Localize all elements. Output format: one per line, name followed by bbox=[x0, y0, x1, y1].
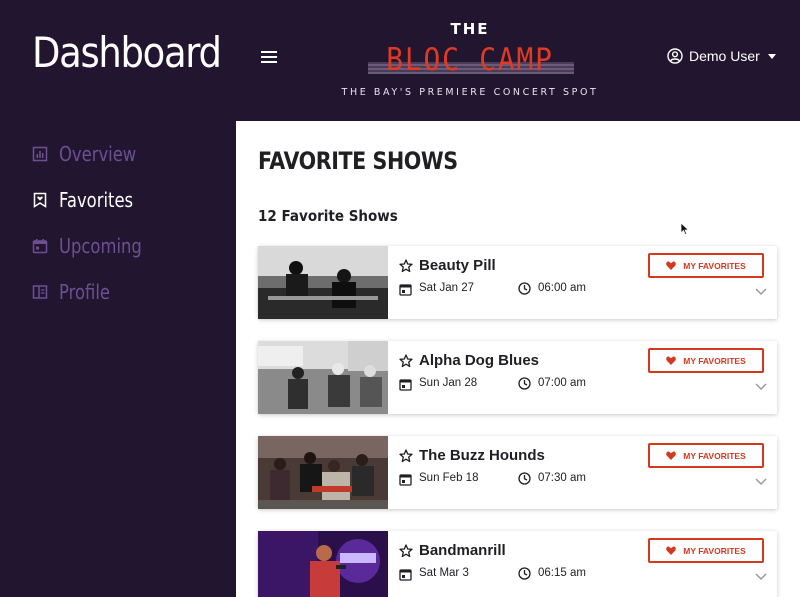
show-date: Sat Jan 27 bbox=[419, 282, 474, 294]
heart-icon bbox=[666, 356, 677, 365]
favorites-count: 12 Favorite Shows bbox=[258, 207, 398, 225]
hamburger-menu-icon[interactable] bbox=[261, 51, 277, 65]
logo-name-text: BLOC CAMP bbox=[386, 42, 554, 78]
sidebar-item-label: Profile bbox=[59, 280, 110, 304]
user-circle-icon bbox=[667, 48, 683, 64]
calendar-icon bbox=[399, 284, 412, 296]
sidebar-item-label: Favorites bbox=[59, 188, 134, 212]
sidebar-item-label: Overview bbox=[59, 142, 137, 166]
clock-icon bbox=[518, 472, 531, 485]
star-icon[interactable] bbox=[399, 354, 413, 368]
star-icon[interactable] bbox=[399, 449, 413, 463]
star-icon[interactable] bbox=[399, 544, 413, 558]
logo-the-text: THE bbox=[450, 20, 490, 38]
show-card[interactable]: Alpha Dog Blues Sun Jan 28 07:00 am MY F… bbox=[258, 341, 777, 414]
show-photo bbox=[258, 341, 388, 414]
clock-icon bbox=[518, 282, 531, 295]
my-favorites-label: MY FAVORITES bbox=[683, 545, 746, 556]
my-favorites-button[interactable]: MY FAVORITES bbox=[648, 348, 764, 373]
profile-card-icon bbox=[32, 285, 48, 299]
bloc-camp-logo[interactable]: THE BLOC CAMP THE BAY'S PREMIERE CONCERT… bbox=[340, 18, 600, 102]
heart-icon bbox=[666, 261, 677, 270]
sidebar-item-upcoming[interactable]: Upcoming bbox=[32, 234, 160, 258]
clock-icon bbox=[518, 567, 531, 580]
clock-icon bbox=[518, 377, 531, 390]
show-name: The Buzz Hounds bbox=[419, 447, 545, 464]
my-favorites-label: MY FAVORITES bbox=[683, 260, 746, 271]
user-menu[interactable]: Demo User bbox=[667, 48, 776, 64]
user-name: Demo User bbox=[689, 48, 760, 64]
show-card[interactable]: Beauty Pill Sat Jan 27 06:00 am MY FAVOR… bbox=[258, 246, 777, 319]
bookmark-heart-icon bbox=[33, 192, 47, 208]
show-card[interactable]: The Buzz Hounds Sun Feb 18 07:30 am MY F… bbox=[258, 436, 777, 509]
chevron-down-icon[interactable] bbox=[755, 288, 767, 296]
show-photo bbox=[258, 531, 388, 597]
top-header: Dashboard THE BLOC CAMP THE BAY'S PREMIE… bbox=[0, 0, 800, 121]
calendar-icon bbox=[399, 474, 412, 486]
bar-chart-icon bbox=[32, 146, 48, 162]
show-photo bbox=[258, 436, 388, 509]
show-time: 06:00 am bbox=[538, 282, 586, 294]
sidebar-nav: Overview Favorites Upcoming Profile bbox=[0, 121, 236, 597]
heart-icon bbox=[666, 451, 677, 460]
my-favorites-button[interactable]: MY FAVORITES bbox=[648, 443, 764, 468]
sidebar-item-profile[interactable]: Profile bbox=[32, 280, 121, 304]
show-time: 06:15 am bbox=[538, 567, 586, 579]
show-date: Sun Feb 18 bbox=[419, 472, 479, 484]
my-favorites-label: MY FAVORITES bbox=[683, 450, 746, 461]
show-card[interactable]: Bandmanrill Sat Mar 3 06:15 am MY FAVORI… bbox=[258, 531, 777, 597]
sidebar-item-label: Upcoming bbox=[59, 234, 142, 258]
my-favorites-button[interactable]: MY FAVORITES bbox=[648, 538, 764, 563]
calendar-icon bbox=[399, 569, 412, 581]
main-content: FAVORITE SHOWS 12 Favorite Shows Beauty … bbox=[236, 121, 800, 597]
star-icon[interactable] bbox=[399, 259, 413, 273]
show-name: Bandmanrill bbox=[419, 542, 506, 559]
chevron-down-icon[interactable] bbox=[755, 573, 767, 581]
logo-tagline: THE BAY'S PREMIERE CONCERT SPOT bbox=[341, 87, 599, 98]
show-time: 07:30 am bbox=[538, 472, 586, 484]
heart-icon bbox=[666, 546, 677, 555]
calendar-icon bbox=[399, 379, 412, 391]
show-name: Beauty Pill bbox=[419, 257, 496, 274]
show-photo bbox=[258, 246, 388, 319]
calendar-icon bbox=[32, 239, 48, 254]
mouse-pointer-icon bbox=[680, 222, 690, 236]
my-favorites-label: MY FAVORITES bbox=[683, 355, 746, 366]
show-date: Sat Mar 3 bbox=[419, 567, 469, 579]
dashboard-title: Dashboard bbox=[32, 28, 222, 77]
show-name: Alpha Dog Blues bbox=[419, 352, 540, 369]
page-title: FAVORITE SHOWS bbox=[258, 147, 458, 175]
chevron-down-icon[interactable] bbox=[755, 478, 767, 486]
sidebar-item-favorites[interactable]: Favorites bbox=[32, 188, 149, 212]
caret-down-icon bbox=[767, 53, 776, 59]
sidebar-item-overview[interactable]: Overview bbox=[32, 142, 153, 166]
show-date: Sun Jan 28 bbox=[419, 377, 478, 389]
chevron-down-icon[interactable] bbox=[755, 383, 767, 391]
show-time: 07:00 am bbox=[538, 377, 586, 389]
my-favorites-button[interactable]: MY FAVORITES bbox=[648, 253, 764, 278]
